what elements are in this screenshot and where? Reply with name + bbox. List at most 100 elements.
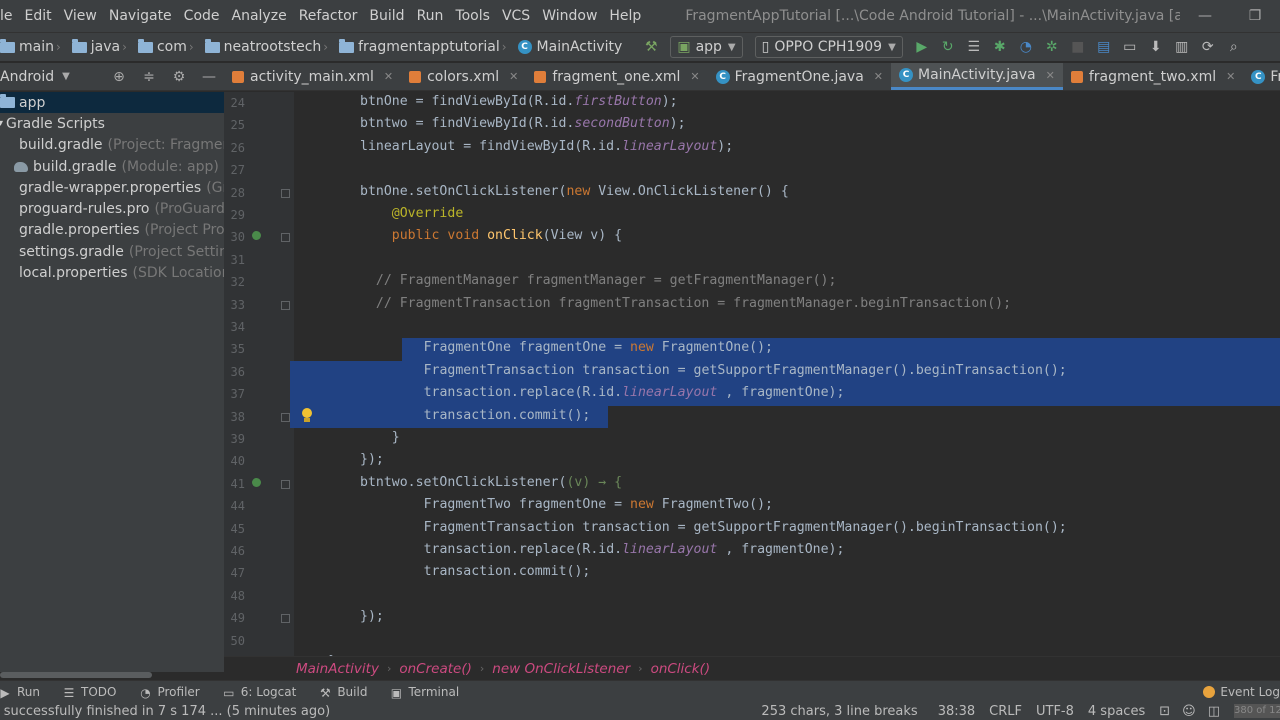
nav-crumb-mainactivity[interactable]: C MainActivity — [517, 39, 622, 55]
lock-icon[interactable]: ⊡ — [1159, 704, 1170, 719]
fold-marker-icon[interactable] — [281, 188, 290, 198]
fold-marker-icon[interactable] — [281, 412, 290, 422]
maximize-icon[interactable]: ❐ — [1230, 0, 1280, 32]
menu-help[interactable]: Help — [605, 8, 649, 24]
close-icon[interactable]: ✕ — [690, 70, 699, 83]
code-line[interactable]: 39} — [224, 428, 1280, 450]
stop-icon[interactable]: ■ — [1065, 34, 1091, 60]
close-icon[interactable]: ✕ — [1046, 69, 1055, 82]
hammer-icon[interactable]: ⚒ — [638, 34, 664, 60]
breadcrumb-onclick[interactable]: onClick() — [651, 661, 711, 677]
gear-icon[interactable]: ⚙ — [164, 69, 194, 85]
avd-manager-icon[interactable]: ▥ — [1169, 34, 1195, 60]
menu-window[interactable]: Window — [538, 8, 605, 24]
code-line[interactable]: 31 — [224, 249, 1280, 271]
menu-refactor[interactable]: Refactor — [295, 8, 366, 24]
fold-marker-icon[interactable] — [281, 479, 290, 489]
nav-crumb-fragmentapptutorial[interactable]: fragmentapptutorial › — [339, 38, 511, 55]
tree-item-app[interactable]: app — [0, 92, 224, 114]
tree-item-gradle-scripts[interactable]: ▾ Gradle Scripts — [0, 113, 224, 134]
tab-fragment-one-xml[interactable]: fragment_one.xml ✕ — [526, 63, 707, 90]
tool-terminal[interactable]: ▣ Terminal — [389, 685, 459, 700]
code-line[interactable]: 38 transaction.commit(); — [224, 405, 1280, 428]
tree-item-build-gradle-module[interactable]: build.gradle (Module: app) — [0, 156, 224, 177]
breadcrumb-method[interactable]: onCreate() — [399, 661, 472, 677]
sdk-manager-icon[interactable]: ⬇ — [1143, 34, 1169, 60]
tab-mainactivity-java[interactable]: C MainActivity.java ✕ — [891, 63, 1063, 90]
project-scrollbar[interactable] — [0, 672, 152, 678]
nav-crumb-com[interactable]: com › — [137, 38, 199, 55]
attach-debugger-icon[interactable]: ✲ — [1039, 34, 1065, 60]
breadcrumb-listener[interactable]: new OnClickListener — [492, 661, 630, 677]
chevron-down-icon[interactable]: ▼ — [62, 71, 70, 82]
tab-activity-main-xml[interactable]: activity_main.xml ✕ — [224, 63, 401, 90]
debug-icon[interactable]: ✱ — [987, 34, 1013, 60]
menu-build[interactable]: Build — [365, 8, 412, 24]
menu-navigate[interactable]: Navigate — [105, 8, 180, 24]
tool-todo[interactable]: ☰ TODO — [62, 685, 117, 700]
sync-icon[interactable]: ⟳ — [1195, 34, 1221, 60]
code-line[interactable]: 29 @Override — [224, 204, 1280, 226]
code-line[interactable]: 46 transaction.replace(R.id.linearLayout … — [224, 540, 1280, 562]
code-line[interactable]: 28 btnOne.setOnClickListener(new View.OnC… — [224, 182, 1280, 204]
status-caret[interactable]: 38:38 — [938, 704, 975, 719]
locate-icon[interactable]: ⊕ — [104, 69, 134, 85]
code-line[interactable]: 37 transaction.replace(R.id.linearLayout … — [224, 383, 1280, 406]
tab-fragment-two-xml[interactable]: fragment_two.xml ✕ — [1063, 63, 1244, 90]
tree-item-settings-gradle[interactable]: settings.gradle(Project Setting — [0, 241, 224, 262]
code-line[interactable]: 44 FragmentTwo fragmentOne = new Fragment… — [224, 495, 1280, 517]
tree-item-build-gradle-project[interactable]: build.gradle (Project: Fragmen — [0, 135, 224, 156]
lightbulb-icon[interactable] — [301, 407, 313, 424]
code-line[interactable]: 30 public void onClick(View v) { — [224, 226, 1280, 248]
tool-build[interactable]: ⚒ Build — [318, 685, 368, 700]
breadcrumb-class[interactable]: MainActivity — [296, 661, 379, 677]
tree-item-gradle-wrapper[interactable]: gradle-wrapper.properties(Gr — [0, 177, 224, 198]
code-line[interactable]: 49}); — [224, 607, 1280, 629]
tool-profiler[interactable]: ◔ Profiler — [138, 685, 200, 700]
tab-fragmer[interactable]: CFragmer — [1243, 63, 1280, 90]
menu-file[interactable]: le — [0, 8, 21, 24]
code-line[interactable]: 45 FragmentTransaction transaction = getS… — [224, 518, 1280, 540]
memory-indicator[interactable]: 380 of 12 — [1234, 704, 1280, 718]
status-message[interactable]: l successfully finished in 7 s 174 ... (… — [0, 704, 741, 719]
menu-run[interactable]: Run — [413, 8, 452, 24]
code-line[interactable]: 50 — [224, 630, 1280, 652]
run-icon[interactable]: ▶ — [909, 34, 935, 60]
tool-run[interactable]: ▶ Run — [0, 685, 40, 700]
code-editor[interactable]: 24 btnOne = findViewById(R.id.firstButton… — [224, 92, 1280, 656]
tab-fragmentone-java[interactable]: C FragmentOne.java ✕ — [708, 63, 891, 90]
menu-analyze[interactable]: Analyze — [228, 8, 295, 24]
apply-changes-icon[interactable]: ↻ — [935, 34, 961, 60]
code-line[interactable]: 24 btnOne = findViewById(R.id.firstButton… — [224, 92, 1280, 114]
tab-colors-xml[interactable]: colors.xml ✕ — [401, 63, 526, 90]
device-select[interactable]: ▯ OPPO CPH1909 ▼ — [754, 36, 903, 58]
project-view-mode[interactable]: Android — [0, 69, 54, 85]
profile-icon[interactable]: ◔ — [1013, 34, 1039, 60]
menu-code[interactable]: Code — [180, 8, 228, 24]
apply-code-icon[interactable]: ☰ — [961, 34, 987, 60]
project-structure-icon[interactable]: ▤ — [1091, 34, 1117, 60]
fold-marker-icon[interactable] — [281, 614, 290, 624]
code-line[interactable]: 26 linearLayout = findViewById(R.id.linea… — [224, 137, 1280, 159]
code-line[interactable]: 27 — [224, 159, 1280, 181]
status-encoding[interactable]: UTF-8 — [1036, 704, 1074, 719]
minimize-icon[interactable]: — — [1180, 0, 1230, 32]
run-config-select[interactable]: ▣ app ▼ — [670, 36, 743, 58]
code-line[interactable]: 41 btntwo.setOnClickListener((v) → { — [224, 473, 1280, 495]
layout-inspector-icon[interactable]: ▭ — [1117, 34, 1143, 60]
tree-item-proguard-rules[interactable]: proguard-rules.pro (ProGuard — [0, 198, 224, 219]
inspection-icon[interactable]: ◫ — [1208, 704, 1220, 719]
close-icon[interactable]: ✕ — [1226, 70, 1235, 83]
override-marker-icon[interactable] — [252, 231, 261, 241]
close-icon[interactable]: ✕ — [509, 70, 518, 83]
menu-edit[interactable]: Edit — [21, 8, 60, 24]
tool-logcat[interactable]: ▭ 6: Logcat — [222, 685, 296, 700]
fold-marker-icon[interactable] — [281, 233, 290, 243]
code-line[interactable]: 47 transaction.commit(); — [224, 562, 1280, 584]
code-line[interactable]: 35 FragmentOne fragmentOne = new Fragment… — [224, 338, 1280, 361]
status-indent[interactable]: 4 spaces — [1088, 704, 1145, 719]
menu-view[interactable]: View — [60, 8, 105, 24]
git-icon[interactable]: ☺ — [1182, 704, 1196, 719]
tree-item-gradle-properties[interactable]: gradle.properties(Project Prop — [0, 220, 224, 241]
collapse-icon[interactable]: ≑ — [134, 69, 164, 85]
